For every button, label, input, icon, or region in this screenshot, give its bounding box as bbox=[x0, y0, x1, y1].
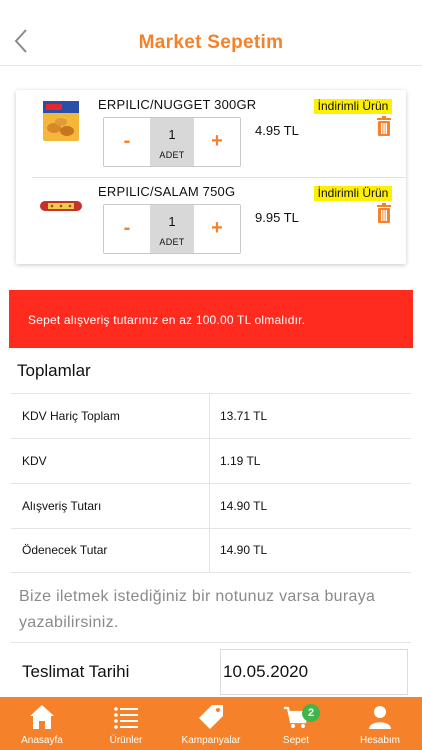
tab-account[interactable]: Hesabım bbox=[338, 697, 422, 750]
tab-cart[interactable]: Sepet bbox=[254, 697, 338, 750]
home-icon bbox=[30, 705, 54, 729]
trash-icon[interactable] bbox=[376, 116, 392, 136]
quantity-unit: ADET bbox=[159, 150, 185, 160]
totals-value: 1.19 TL bbox=[220, 454, 261, 468]
cart-item: ERPILIC/SALAM 750G - 1 ADET + 9.95 TL İn… bbox=[16, 177, 406, 263]
tab-label: Hesabım bbox=[359, 735, 400, 746]
quantity-stepper: - 1 ADET + bbox=[103, 117, 241, 167]
quantity-display: 1 ADET bbox=[150, 118, 194, 166]
tab-home[interactable]: Anasayfa bbox=[0, 697, 84, 750]
totals-row: Ödenecek Tutar 14.90 TL bbox=[11, 528, 411, 573]
totals-value: 14.90 TL bbox=[220, 543, 268, 557]
quantity-stepper: - 1 ADET + bbox=[103, 204, 241, 254]
product-image bbox=[40, 201, 82, 211]
alert-text: Sepet alışveriş tutarınız en az 100.00 T… bbox=[28, 313, 306, 327]
product-price: 4.95 TL bbox=[255, 123, 299, 138]
delivery-date-label: Teslimat Tarihi bbox=[22, 662, 130, 681]
cart-item: ERPILIC/NUGGET 300GR - 1 ADET + 4.95 TL … bbox=[16, 90, 406, 176]
tab-label: Kampanyalar bbox=[181, 735, 241, 746]
tab-label: Anasayfa bbox=[21, 735, 63, 746]
totals-title: Toplamlar bbox=[17, 361, 91, 380]
cart-count-badge: 2 bbox=[302, 704, 320, 722]
discount-badge: İndirimli Ürün bbox=[314, 186, 392, 201]
tab-label: Sepet bbox=[282, 735, 310, 746]
tab-label: Ürünler bbox=[109, 735, 143, 746]
totals-label: Alışveriş Tutarı bbox=[22, 499, 102, 513]
totals-label: KDV Hariç Toplam bbox=[22, 409, 120, 423]
product-name: ERPILIC/NUGGET 300GR bbox=[98, 97, 257, 112]
list-icon bbox=[114, 707, 138, 729]
decrease-button[interactable]: - bbox=[104, 205, 150, 253]
totals-row: KDV Hariç Toplam 13.71 TL bbox=[11, 394, 411, 439]
bottom-tab-bar: Anasayfa Ürünler Kampanyalar Sepet Hesab… bbox=[0, 697, 422, 750]
user-icon bbox=[369, 706, 391, 729]
totals-value: 13.71 TL bbox=[220, 409, 268, 423]
product-image bbox=[43, 101, 79, 141]
tag-icon bbox=[199, 705, 223, 729]
increase-button[interactable]: + bbox=[194, 118, 240, 166]
totals-label: Ödenecek Tutar bbox=[22, 543, 108, 557]
delivery-date-field[interactable]: 10.05.2020 bbox=[220, 649, 408, 695]
note-divider bbox=[11, 642, 411, 643]
totals-table: KDV Hariç Toplam 13.71 TL KDV 1.19 TL Al… bbox=[11, 393, 411, 573]
totals-value: 14.90 TL bbox=[220, 499, 268, 513]
quantity-value: 1 bbox=[168, 214, 176, 229]
trash-icon[interactable] bbox=[376, 203, 392, 223]
decrease-button[interactable]: - bbox=[104, 118, 150, 166]
quantity-value: 1 bbox=[168, 127, 176, 142]
totals-row: Alışveriş Tutarı 14.90 TL bbox=[11, 484, 411, 529]
discount-badge: İndirimli Ürün bbox=[314, 99, 392, 114]
product-name: ERPILIC/SALAM 750G bbox=[98, 184, 236, 199]
quantity-unit: ADET bbox=[159, 237, 185, 247]
totals-label: KDV bbox=[22, 454, 47, 468]
tab-campaigns[interactable]: Kampanyalar bbox=[168, 697, 254, 750]
increase-button[interactable]: + bbox=[194, 205, 240, 253]
quantity-display: 1 ADET bbox=[150, 205, 194, 253]
page-title: Market Sepetim bbox=[138, 32, 284, 53]
top-bar: Market Sepetim bbox=[0, 0, 422, 66]
minimum-amount-alert: Sepet alışveriş tutarınız en az 100.00 T… bbox=[9, 290, 413, 348]
cart-list: ERPILIC/NUGGET 300GR - 1 ADET + 4.95 TL … bbox=[16, 90, 406, 264]
note-input[interactable]: Bize iletmek istediğiniz bir notunuz var… bbox=[19, 584, 409, 636]
tab-products[interactable]: Ürünler bbox=[84, 697, 168, 750]
totals-row: KDV 1.19 TL bbox=[11, 439, 411, 484]
product-price: 9.95 TL bbox=[255, 210, 299, 225]
